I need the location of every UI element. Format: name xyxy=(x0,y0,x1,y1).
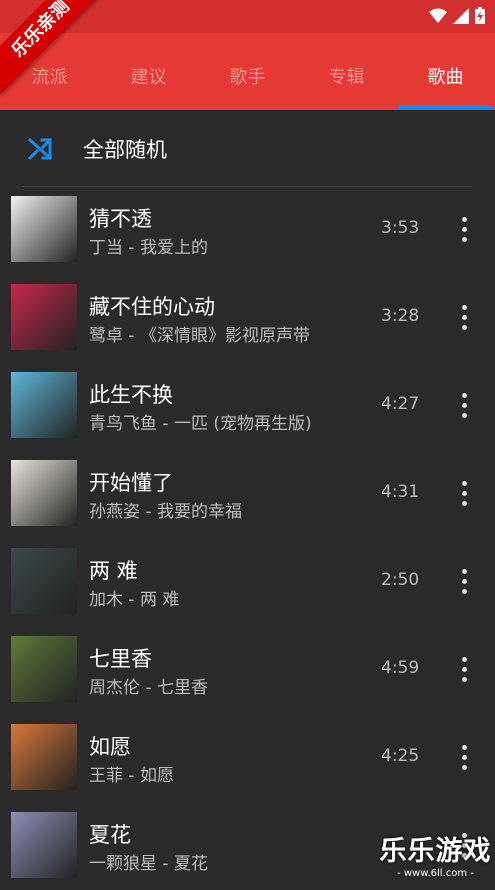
song-title: 此生不换 xyxy=(89,383,173,407)
song-duration: 4:59 xyxy=(381,658,420,678)
song-duration: 3:53 xyxy=(381,218,420,238)
shuffle-all-button[interactable]: 全部随机 xyxy=(0,110,495,186)
song-row[interactable]: 此生不换青鸟飞鱼 - 一匹 (宠物再生版) 4:27 xyxy=(0,362,495,450)
watermark-url: - www.6ll.com - xyxy=(397,868,474,879)
more-options-icon[interactable] xyxy=(459,217,471,243)
signal-icon xyxy=(453,7,469,24)
song-artist-album: 一颗狼星 - 夏花 xyxy=(89,854,208,874)
song-artist-album: 王菲 - 如愿 xyxy=(89,766,174,786)
more-options-icon[interactable] xyxy=(459,481,471,507)
song-title: 藏不住的心动 xyxy=(89,295,215,319)
song-title: 夏花 xyxy=(89,823,131,847)
song-duration: 4:27 xyxy=(381,394,420,414)
battery-icon xyxy=(475,7,485,24)
tab-songs[interactable]: 歌曲 xyxy=(396,48,495,109)
song-row[interactable]: 藏不住的心动鹭卓 - 《深情眼》影视原声带 3:28 xyxy=(0,274,495,362)
album-art xyxy=(11,460,77,526)
song-artist-album: 加木 - 两 难 xyxy=(89,590,180,610)
tab-suggestions[interactable]: 建议 xyxy=(99,48,198,108)
song-artist-album: 周杰伦 - 七里香 xyxy=(89,678,208,698)
song-title: 两 难 xyxy=(89,559,138,583)
song-artist-album: 孙燕姿 - 我要的幸福 xyxy=(89,502,242,522)
song-artist-album: 丁当 - 我爱上的 xyxy=(89,238,208,258)
song-duration: 4:31 xyxy=(381,482,420,502)
shuffle-icon xyxy=(28,137,53,161)
more-options-icon[interactable] xyxy=(459,305,471,331)
song-row[interactable]: 如愿王菲 - 如愿 4:25 xyxy=(0,714,495,802)
wifi-icon xyxy=(429,8,447,23)
album-art xyxy=(11,284,77,350)
album-art xyxy=(11,636,77,702)
song-title: 猜不透 xyxy=(89,207,152,231)
tab-bar: 流派 建议 歌手 专辑 歌曲 xyxy=(0,48,495,109)
song-title: 如愿 xyxy=(89,735,131,759)
song-row[interactable]: 猜不透丁当 - 我爱上的 3:53 xyxy=(0,186,495,274)
more-options-icon[interactable] xyxy=(459,393,471,419)
tab-albums[interactable]: 专辑 xyxy=(297,48,396,108)
album-art xyxy=(11,196,77,262)
more-options-icon[interactable] xyxy=(459,745,471,771)
shuffle-all-label: 全部随机 xyxy=(83,138,167,162)
more-options-icon[interactable] xyxy=(459,569,471,595)
song-duration: 3:28 xyxy=(381,306,420,326)
status-icons xyxy=(429,7,485,24)
song-row[interactable]: 两 难加木 - 两 难 2:50 xyxy=(0,538,495,626)
album-art xyxy=(11,372,77,438)
song-title: 七里香 xyxy=(89,647,152,671)
song-title: 开始懂了 xyxy=(89,471,173,495)
song-artist-album: 鹭卓 - 《深情眼》影视原声带 xyxy=(89,326,310,346)
album-art xyxy=(11,812,77,878)
watermark: 乐乐游戏 - www.6ll.com - xyxy=(378,829,493,879)
song-artist-album: 青鸟飞鱼 - 一匹 (宠物再生版) xyxy=(89,414,312,434)
album-art xyxy=(11,724,77,790)
album-art xyxy=(11,548,77,614)
song-row[interactable]: 七里香周杰伦 - 七里香 4:59 xyxy=(0,626,495,714)
song-row[interactable]: 开始懂了孙燕姿 - 我要的幸福 4:31 xyxy=(0,450,495,538)
watermark-title: 乐乐游戏 xyxy=(379,836,492,867)
tab-artists[interactable]: 歌手 xyxy=(198,48,297,108)
song-duration: 4:25 xyxy=(381,746,420,766)
song-duration: 2:50 xyxy=(381,570,420,590)
more-options-icon[interactable] xyxy=(459,657,471,683)
